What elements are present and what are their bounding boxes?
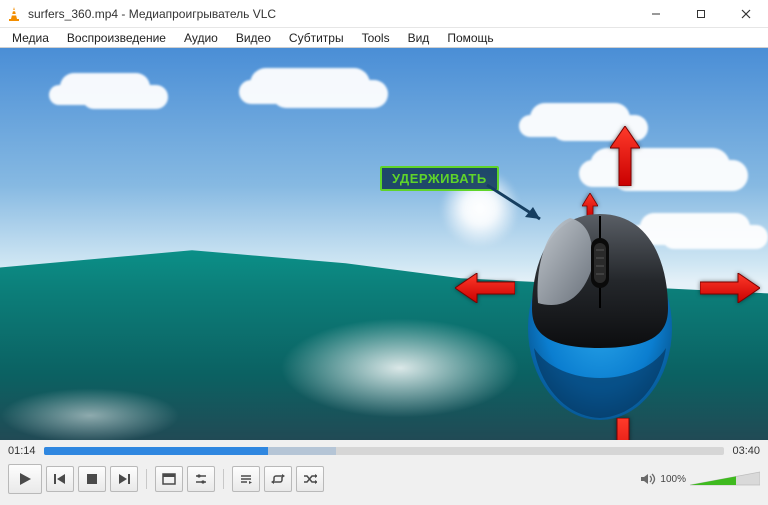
maximize-button[interactable]	[678, 0, 723, 27]
sparkle-decor	[280, 318, 520, 418]
arrow-left-icon	[455, 273, 515, 303]
volume-slider[interactable]	[690, 470, 760, 488]
menu-playback[interactable]: Воспроизведение	[59, 30, 174, 46]
sliders-icon	[194, 473, 208, 485]
close-button[interactable]	[723, 0, 768, 27]
menu-subtitles[interactable]: Субтитры	[281, 30, 352, 46]
window-title: surfers_360.mp4 - Медиапроигрыватель VLC	[28, 7, 633, 21]
playlist-icon	[239, 473, 253, 485]
cloud-decor	[60, 73, 150, 101]
mouse-illustration	[520, 208, 680, 423]
title-appname: Медиапроигрыватель VLC	[129, 7, 276, 21]
cloud-decor	[250, 68, 370, 100]
arrow-up-icon	[610, 126, 640, 186]
controls-row: 100%	[0, 460, 768, 500]
prev-button[interactable]	[46, 466, 74, 492]
menu-tools[interactable]: Tools	[354, 30, 398, 46]
vlc-cone-icon	[6, 6, 22, 22]
video-viewport[interactable]: УДЕРЖИВАТЬ	[0, 48, 768, 440]
menu-audio[interactable]: Аудио	[176, 30, 226, 46]
menu-help[interactable]: Помощь	[439, 30, 501, 46]
separator	[146, 469, 147, 489]
menu-view[interactable]: Вид	[400, 30, 438, 46]
hold-tooltip: УДЕРЖИВАТЬ	[380, 166, 499, 191]
sparkle-decor	[0, 388, 180, 440]
title-filename: surfers_360.mp4	[28, 7, 118, 21]
skip-forward-icon	[117, 473, 131, 485]
shuffle-icon	[303, 473, 317, 485]
menu-video[interactable]: Видео	[228, 30, 279, 46]
hold-tooltip-text: УДЕРЖИВАТЬ	[392, 171, 487, 186]
stop-icon	[86, 473, 98, 485]
skip-back-icon	[53, 473, 67, 485]
current-time[interactable]: 01:14	[8, 445, 38, 457]
playlist-button[interactable]	[232, 466, 260, 492]
seek-bar[interactable]	[44, 447, 724, 455]
window-controls	[633, 0, 768, 27]
volume-area: 100%	[640, 470, 760, 488]
titlebar: surfers_360.mp4 - Медиапроигрыватель VLC	[0, 0, 768, 28]
total-time[interactable]: 03:40	[730, 445, 760, 457]
play-icon	[18, 472, 32, 486]
minimize-button[interactable]	[633, 0, 678, 27]
loop-icon	[271, 473, 285, 485]
menubar: Медиа Воспроизведение Аудио Видео Субтит…	[0, 28, 768, 48]
menu-media[interactable]: Медиа	[4, 30, 57, 46]
title-separator: -	[118, 7, 129, 21]
volume-percent: 100%	[660, 474, 686, 485]
separator	[223, 469, 224, 489]
seek-row: 01:14 03:40	[0, 440, 768, 460]
speaker-icon[interactable]	[640, 472, 656, 486]
fullscreen-button[interactable]	[155, 466, 183, 492]
play-button[interactable]	[8, 464, 42, 494]
extended-settings-button[interactable]	[187, 466, 215, 492]
stop-button[interactable]	[78, 466, 106, 492]
loop-button[interactable]	[264, 466, 292, 492]
next-button[interactable]	[110, 466, 138, 492]
shuffle-button[interactable]	[296, 466, 324, 492]
arrow-right-icon	[700, 273, 760, 303]
fullscreen-icon	[162, 473, 176, 485]
seek-progress	[44, 447, 268, 455]
